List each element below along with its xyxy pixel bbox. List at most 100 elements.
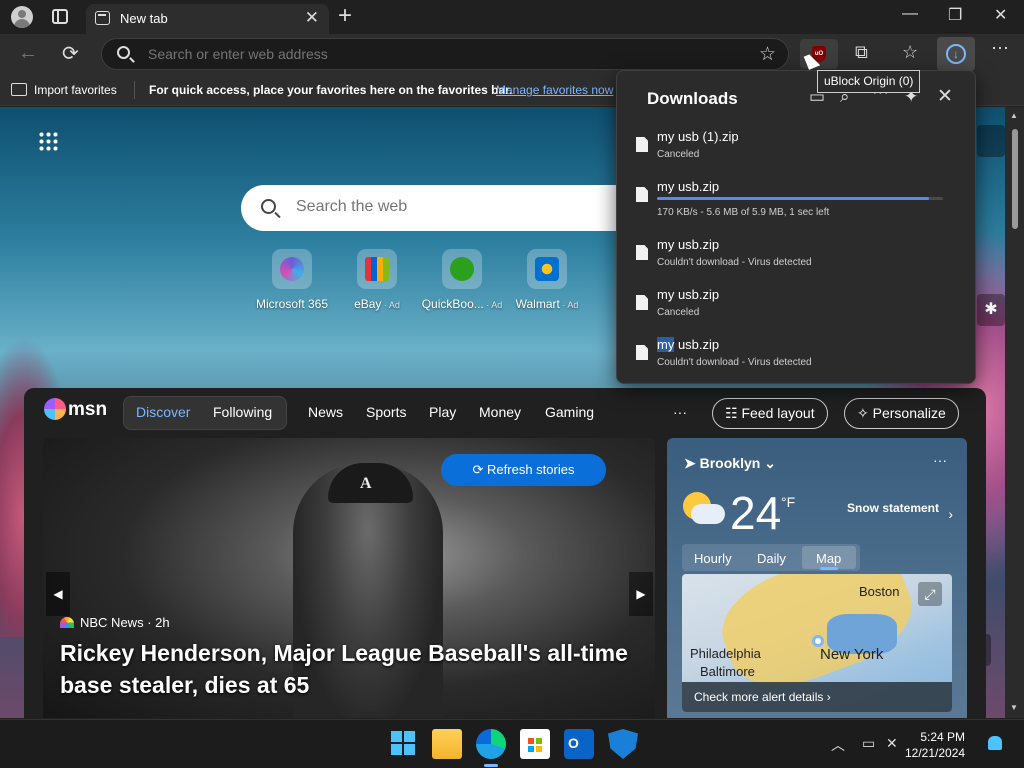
download-status: Canceled <box>657 149 700 160</box>
expand-map-icon[interactable]: ⤢ <box>918 582 942 606</box>
map-label-philadelphia: Philadelphia <box>690 646 761 661</box>
tab-map[interactable]: Map <box>816 551 841 566</box>
tab-following[interactable]: Following <box>213 404 272 420</box>
temperature: 24 <box>730 487 782 539</box>
page-settings-button[interactable] <box>977 125 1005 157</box>
app-launcher-grid-icon[interactable] <box>38 131 58 151</box>
page-scrollbar[interactable]: ▲ ▼ <box>1005 107 1024 718</box>
weather-location[interactable]: ➤ Brooklyn ⌄ <box>684 455 776 472</box>
profile-avatar[interactable] <box>11 6 33 28</box>
download-item-in-progress[interactable]: my usb.zip 170 KB/s - 5.6 MB of 5.9 MB, … <box>617 171 975 221</box>
quick-link-walmart[interactable]: Walmart · Ad <box>502 249 592 311</box>
close-window-button[interactable]: ✕ <box>994 5 1007 25</box>
back-button[interactable]: ← <box>18 42 38 65</box>
address-bar[interactable]: ☆ <box>101 38 789 70</box>
next-story-arrow-icon[interactable]: ▶ <box>629 572 653 616</box>
feed-layout-button[interactable]: ☷ Feed layout <box>712 398 828 429</box>
download-item[interactable]: my usb (1).zip Canceled <box>617 121 975 171</box>
quick-link-label: QuickBoo... <box>421 297 484 311</box>
weather-more-icon[interactable]: ··· <box>933 452 947 468</box>
location-pin-icon <box>812 635 824 647</box>
nav-gaming[interactable]: Gaming <box>545 404 594 420</box>
tab-discover[interactable]: Discover <box>136 404 190 420</box>
windows-start-icon[interactable] <box>389 729 419 759</box>
restore-button[interactable]: ❐ <box>948 5 962 25</box>
system-clock[interactable]: 5:24 PM 12/21/2024 <box>905 729 965 761</box>
tab-close-icon[interactable]: ✕ <box>305 8 319 28</box>
check-alert-details-link[interactable]: Check more alert details › <box>682 682 952 712</box>
quick-link-ebay[interactable]: eBay · Ad <box>332 249 422 311</box>
quick-link-label: eBay <box>354 297 382 311</box>
web-search-input[interactable] <box>296 198 596 216</box>
download-icon: ↓ <box>946 44 966 64</box>
tab-daily[interactable]: Daily <box>757 551 786 566</box>
address-input[interactable] <box>148 46 728 62</box>
outlook-icon[interactable]: O <box>564 729 594 759</box>
navigation-bar: ← ⟳ ☆ uO ⧉ ☆ ↓ ⋯ <box>0 34 1024 74</box>
download-item[interactable]: my usb.zip Couldn't download - Virus det… <box>617 229 975 279</box>
scroll-up-arrow-icon[interactable]: ▲ <box>1010 111 1018 120</box>
previous-story-arrow-icon[interactable]: ◀ <box>46 572 70 616</box>
nav-money[interactable]: Money <box>479 404 521 420</box>
download-file-name[interactable]: my usb.zip <box>657 337 719 352</box>
download-item[interactable]: my usb.zip Canceled <box>617 279 975 329</box>
file-icon <box>636 295 648 310</box>
story-headline[interactable]: Rickey Henderson, Major League Baseball'… <box>60 637 640 701</box>
download-file-name[interactable]: my usb.zip <box>657 237 719 252</box>
edge-browser-icon[interactable] <box>476 729 506 759</box>
download-file-name[interactable]: my usb.zip <box>657 179 719 194</box>
microsoft-365-icon <box>272 249 312 289</box>
settings-more-icon[interactable]: ⋯ <box>991 38 1009 59</box>
map-label-baltimore: Baltimore <box>700 664 755 679</box>
new-tab-button[interactable]: + <box>338 2 352 30</box>
refresh-stories-button[interactable]: ⟳ Refresh stories <box>441 454 606 486</box>
nav-news[interactable]: News <box>308 404 343 420</box>
show-hidden-icons-chevron-icon[interactable]: ︿ <box>831 735 845 755</box>
tab-hourly[interactable]: Hourly <box>694 551 732 566</box>
weather-map[interactable]: Boston Philadelphia Baltimore New York ⤢… <box>682 574 952 712</box>
active-app-indicator <box>484 764 498 767</box>
minimize-button[interactable]: — <box>902 5 918 23</box>
active-tab-indicator <box>820 567 838 570</box>
hero-story-card[interactable]: A ⟳ Refresh stories ◀ ▶ NBC News · 2h Ri… <box>43 438 655 718</box>
temperature-unit[interactable]: °F <box>781 494 795 510</box>
volume-muted-icon[interactable]: ✕ <box>886 735 898 752</box>
network-icon[interactable]: ▭ <box>862 735 875 752</box>
quickbooks-icon <box>442 249 482 289</box>
tab-actions-icon[interactable] <box>52 9 68 24</box>
personalize-button[interactable]: ✧ Personalize <box>844 398 959 429</box>
tab-new-tab[interactable]: New tab ✕ <box>86 4 329 34</box>
quick-link-quickbooks[interactable]: QuickBoo... · Ad <box>417 249 507 311</box>
download-file-name[interactable]: my usb.zip <box>657 287 719 302</box>
favorites-icon[interactable]: ☆ <box>902 42 918 63</box>
downloads-title: Downloads <box>647 89 738 108</box>
nav-more-icon[interactable]: ··· <box>673 404 687 420</box>
download-status: Couldn't download - Virus detected <box>657 257 812 268</box>
nav-play[interactable]: Play <box>429 404 456 420</box>
scroll-down-arrow-icon[interactable]: ▼ <box>1010 703 1018 712</box>
manage-favorites-link[interactable]: Manage favorites now <box>496 83 613 97</box>
download-status: 170 KB/s - 5.6 MB of 5.9 MB, 1 sec left <box>657 207 830 218</box>
windows-security-icon[interactable] <box>608 729 638 759</box>
scroll-thumb[interactable] <box>1012 129 1018 229</box>
title-bar: New tab ✕ + — ❐ ✕ <box>0 0 1024 34</box>
download-item[interactable]: my usb.zip Couldn't download - Virus det… <box>617 329 975 379</box>
download-file-name[interactable]: my usb (1).zip <box>657 129 739 144</box>
file-explorer-icon[interactable] <box>432 729 462 759</box>
refresh-button[interactable]: ⟳ <box>62 41 79 66</box>
nav-sports[interactable]: Sports <box>366 404 406 420</box>
notification-bell-icon[interactable] <box>988 736 1002 750</box>
microsoft-store-icon[interactable] <box>520 729 550 759</box>
snow-statement-alert[interactable]: Snow statement <box>847 500 939 516</box>
background-sparkle-icon[interactable]: ✱ <box>977 294 1005 326</box>
add-favorite-star-icon[interactable]: ☆ <box>759 43 776 66</box>
downloads-button[interactable]: ↓ <box>937 37 975 71</box>
weather-card[interactable]: ➤ Brooklyn ⌄ ··· 24 °F Snow statement › … <box>667 438 967 718</box>
web-search-box[interactable] <box>241 185 681 231</box>
tab-title: New tab <box>120 11 168 26</box>
msn-logo[interactable]: msn <box>44 398 107 421</box>
extensions-puzzle-icon[interactable]: ⧉ <box>855 42 868 63</box>
close-downloads-icon[interactable]: ✕ <box>937 85 953 108</box>
import-favorites-button[interactable]: Import favorites <box>34 83 117 97</box>
quick-link-microsoft-365[interactable]: Microsoft 365 <box>247 249 337 311</box>
